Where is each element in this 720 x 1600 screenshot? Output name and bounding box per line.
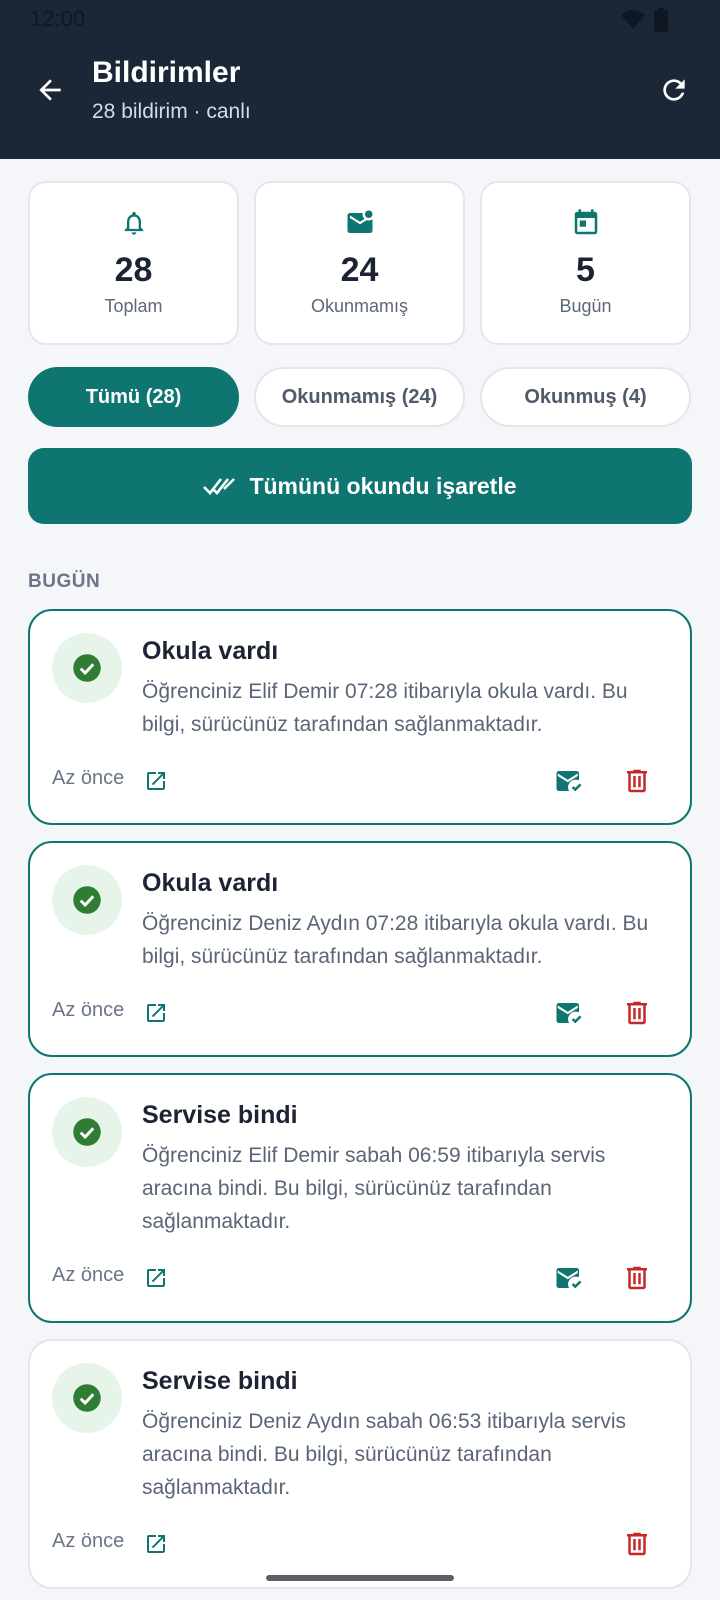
refresh-button[interactable]: [654, 70, 694, 110]
check-circle-icon: [73, 886, 101, 914]
check-circle-icon: [73, 654, 101, 682]
notification-body: Öğrenciniz Deniz Aydın 07:28 itibarıyla …: [142, 912, 649, 968]
stat-label: Okunmamış: [310, 296, 409, 316]
filter-read[interactable]: Okunmuş (4): [480, 367, 691, 427]
trash-icon[interactable]: [622, 997, 652, 1029]
back-button[interactable]: [30, 70, 70, 110]
trash-icon[interactable]: [622, 1528, 652, 1560]
home-indicator[interactable]: [266, 1575, 454, 1581]
wifi-icon: [621, 10, 645, 29]
notification-title: Okula vardı: [142, 869, 279, 897]
notification-time: Az önce: [52, 1530, 125, 1552]
stat-value: 28: [114, 251, 153, 289]
mark-read-icon[interactable]: [552, 1263, 586, 1293]
battery-icon: [654, 8, 668, 32]
notification-card[interactable]: Okula vardı Öğrenciniz Elif Demir 07:28 …: [28, 609, 692, 825]
status-icon-bg: [52, 865, 122, 935]
stat-card-total: 28 Toplam: [28, 181, 239, 345]
notification-body: Öğrenciniz Elif Demir sabah 06:59 itibar…: [142, 1144, 606, 1233]
page-title: Bildirimler: [92, 56, 241, 89]
notification-body: Öğrenciniz Elif Demir 07:28 itibarıyla o…: [142, 680, 628, 736]
check-circle-icon: [73, 1118, 101, 1146]
calendar-icon: [574, 209, 597, 235]
double-check-icon: [203, 478, 236, 495]
mark-read-icon[interactable]: [552, 998, 586, 1028]
stat-label: Bugün: [559, 296, 612, 316]
mail-unread-icon: [347, 210, 372, 233]
refresh-icon: [663, 79, 685, 101]
stat-value: 24: [340, 251, 379, 289]
notification-body: Öğrenciniz Deniz Aydın sabah 06:53 itiba…: [142, 1410, 627, 1499]
status-icon-bg: [52, 633, 122, 703]
notification-time: Az önce: [52, 767, 125, 789]
trash-icon[interactable]: [622, 765, 652, 797]
notification-time: Az önce: [52, 1264, 125, 1286]
trash-icon[interactable]: [622, 1262, 652, 1294]
arrow-left-icon: [39, 79, 61, 101]
open-external-icon[interactable]: [144, 1266, 168, 1290]
open-external-icon[interactable]: [144, 1001, 168, 1025]
bell-icon: [124, 211, 143, 235]
notification-title: Servise bindi: [142, 1367, 298, 1395]
page-subtitle: 28 bildirim · canlı: [92, 100, 251, 123]
app-bar: 12:00 Bildirimler 28 bildirim · canlı: [0, 0, 720, 159]
notification-time: Az önce: [52, 999, 125, 1021]
check-circle-icon: [73, 1384, 101, 1412]
open-external-icon[interactable]: [144, 769, 168, 793]
mark-all-read-button[interactable]: Tümünü okundu işaretle: [28, 448, 692, 524]
filter-unread[interactable]: Okunmamış (24): [254, 367, 465, 427]
filter-all[interactable]: Tümü (28): [28, 367, 239, 427]
mark-all-read-label: Tümünü okundu işaretle: [249, 472, 517, 499]
stat-card-today: 5 Bugün: [480, 181, 691, 345]
section-header-today: BUGÜN: [28, 571, 101, 592]
status-icon-bg: [52, 1097, 122, 1167]
open-external-icon[interactable]: [144, 1532, 168, 1556]
status-icon-bg: [52, 1363, 122, 1433]
notification-title: Servise bindi: [142, 1101, 298, 1129]
status-time: 12:00: [30, 6, 86, 31]
notification-card[interactable]: Servise bindi Öğrenciniz Elif Demir saba…: [28, 1073, 692, 1323]
stats-row: 28 Toplam 24 Okunmamış 5 Bugün: [28, 181, 692, 345]
stat-card-unread: 24 Okunmamış: [254, 181, 465, 345]
notification-card[interactable]: Servise bindi Öğrenciniz Deniz Aydın sab…: [28, 1339, 692, 1589]
status-icons: [620, 8, 668, 32]
filter-tabs: Tümü (28) Okunmamış (24) Okunmuş (4): [28, 367, 692, 427]
notification-card[interactable]: Okula vardı Öğrenciniz Deniz Aydın 07:28…: [28, 841, 692, 1057]
notification-title: Okula vardı: [142, 637, 279, 665]
mark-read-icon[interactable]: [552, 766, 586, 796]
stat-value: 5: [576, 251, 595, 289]
stat-label: Toplam: [104, 296, 163, 316]
